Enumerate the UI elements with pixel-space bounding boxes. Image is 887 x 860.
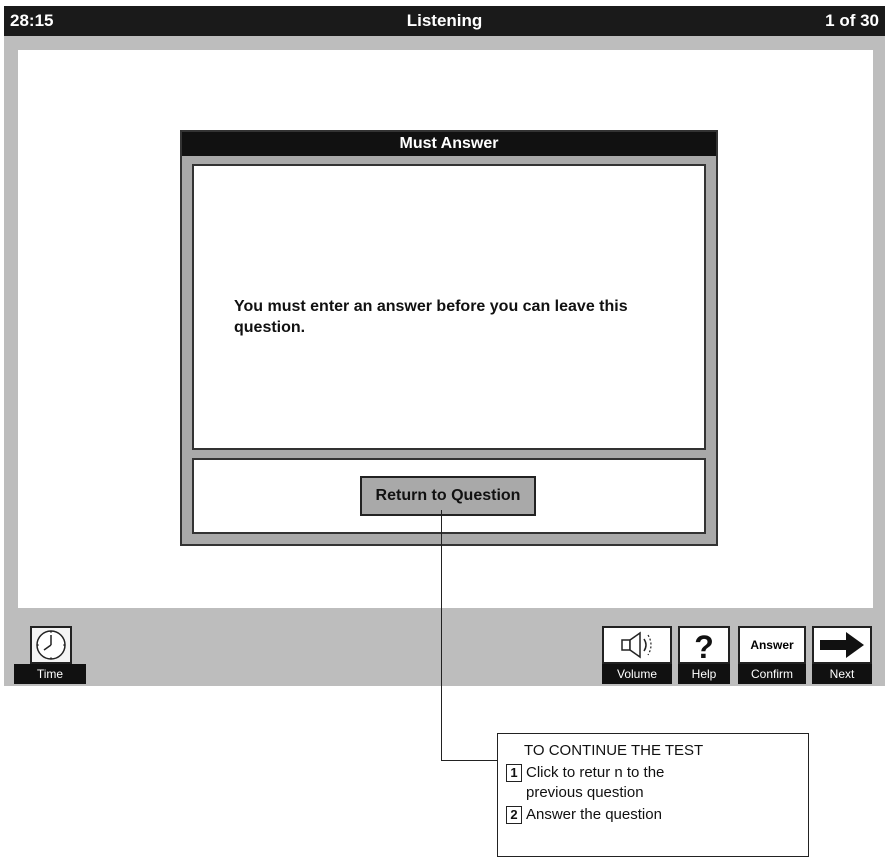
clock-icon (30, 626, 72, 664)
must-answer-dialog: Must Answer You must enter an answer bef… (180, 130, 718, 546)
answer-confirm-face: Answer (738, 626, 806, 664)
volume-label: Volume (602, 664, 672, 684)
next-button[interactable]: Next (812, 626, 872, 684)
dialog-message: You must enter an answer before you can … (234, 298, 628, 336)
step-2-text: Answer the question (526, 806, 662, 823)
return-to-question-button[interactable]: Return to Question (360, 476, 536, 516)
question-progress: 1 of 30 (825, 11, 879, 30)
step-2-number: 2 (506, 806, 522, 824)
dialog-footer: Return to Question (192, 458, 706, 534)
dialog-body: You must enter an answer before you can … (192, 164, 706, 450)
help-button[interactable]: ? Help (678, 626, 730, 684)
callout-step-1: 1 Click to retur n to the (506, 764, 664, 782)
step-1-line-1: Click to retur n to the (526, 764, 665, 781)
callout-heading: TO CONTINUE THE TEST (524, 742, 704, 759)
section-title: Listening (406, 11, 483, 30)
next-label: Next (812, 664, 872, 684)
dialog-title: Must Answer (182, 132, 716, 156)
question-mark-icon: ? (678, 626, 730, 665)
speaker-icon (602, 626, 672, 664)
test-screen: 28:15 Listening 1 of 30 Must Answer You … (4, 6, 885, 686)
time-button[interactable]: Time (14, 626, 86, 684)
instruction-callout: TO CONTINUE THE TEST 1 Click to retur n t… (497, 733, 809, 857)
svg-text:?: ? (694, 629, 714, 662)
callout-connector-vertical (441, 510, 442, 760)
time-label: Time (14, 664, 86, 684)
step-1-line-2: previous question (526, 784, 644, 801)
callout-connector-horizontal (441, 760, 497, 761)
help-label: Help (678, 664, 730, 684)
title-bar: 28:15 Listening 1 of 30 (4, 6, 885, 36)
answer-confirm-button[interactable]: Answer Confirm (738, 626, 806, 684)
confirm-label: Confirm (738, 664, 806, 684)
volume-button[interactable]: Volume (602, 626, 672, 684)
step-1-number: 1 (506, 764, 522, 782)
right-arrow-icon (812, 626, 872, 664)
callout-step-2: 2 Answer the question (506, 806, 662, 824)
